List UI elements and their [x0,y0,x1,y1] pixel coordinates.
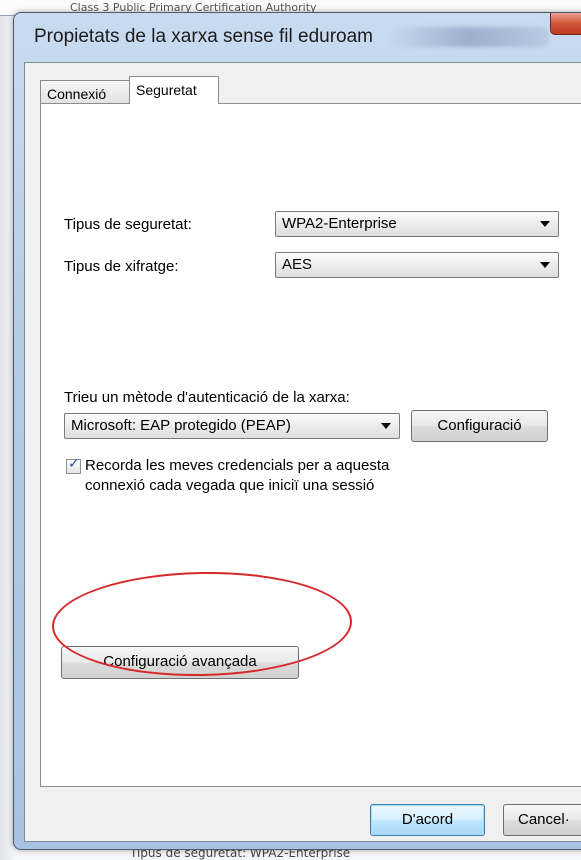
close-button[interactable] [550,13,581,35]
security-tab-panel: Tipus de seguretat: WPA2-Enterprise Tipu… [40,103,581,787]
ok-button[interactable]: D'acord [370,804,485,836]
chevron-down-icon [381,423,391,429]
wireless-properties-dialog: Propietats de la xarxa sense fil eduroam… [13,12,581,850]
chevron-down-icon [540,262,550,268]
encryption-type-label: Tipus de xifratge: [64,258,179,275]
checkmark-icon: ✓ [68,456,80,472]
encryption-type-select[interactable]: AES [275,252,559,278]
auth-method-value: Microsoft: EAP protegido (PEAP) [71,417,291,434]
chevron-down-icon [540,221,550,227]
auth-method-select[interactable]: Microsoft: EAP protegido (PEAP) [64,413,400,439]
configure-button[interactable]: Configuració [411,410,548,442]
remember-credentials-line2: connexió cada vegada que iniciï una sess… [85,477,375,494]
tab-connexio[interactable]: Connexió [40,80,130,103]
encryption-type-value: AES [282,256,313,273]
auth-method-label: Trieu un mètode d'autenticació de la xar… [64,389,350,406]
tab-seguretat[interactable]: Seguretat [129,76,219,104]
dialog-title: Propietats de la xarxa sense fil eduroam [34,26,374,47]
dialog-client-area: Connexió Seguretat Tipus de seguretat: W… [24,62,581,842]
title-bar[interactable]: Propietats de la xarxa sense fil eduroam [14,13,581,59]
remember-credentials-checkbox[interactable]: ✓ [66,456,81,474]
remember-credentials-line1: Recorda les meves credencials per a aque… [85,457,390,474]
cancel-button[interactable]: Cancel· [503,804,581,836]
background-left-edge [0,16,14,860]
security-type-value: WPA2-Enterprise [282,215,397,232]
security-type-select[interactable]: WPA2-Enterprise [275,211,559,237]
title-bar-blur [389,27,549,47]
security-type-label: Tipus de seguretat: [64,216,192,233]
